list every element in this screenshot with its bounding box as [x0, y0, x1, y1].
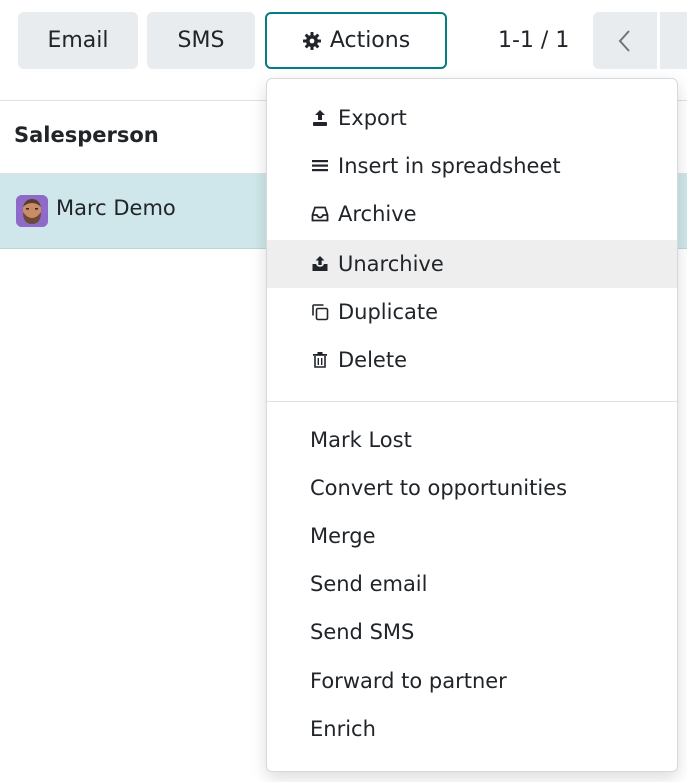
sms-button[interactable]: SMS — [147, 12, 255, 69]
actions-dropdown-menu: Export Insert in spreadsheet Archive Una… — [266, 78, 678, 772]
menu-item-insert-in-spreadsheet[interactable]: Insert in spreadsheet — [267, 142, 677, 190]
menu-item-label: Duplicate — [338, 300, 439, 324]
email-button[interactable]: Email — [18, 12, 138, 69]
menu-item-label: Export — [338, 106, 407, 130]
archive-icon — [310, 204, 330, 224]
pager-value[interactable]: 1-1 / 1 — [498, 12, 569, 69]
menu-item-label: Merge — [310, 524, 376, 548]
menu-item-label: Enrich — [310, 717, 376, 741]
menu-item-send-email[interactable]: Send email — [267, 560, 677, 608]
list-icon — [310, 156, 330, 176]
menu-item-enrich[interactable]: Enrich — [267, 705, 677, 753]
menu-item-label: Convert to opportunities — [310, 476, 568, 500]
unarchive-icon — [310, 254, 330, 274]
pager-previous-button[interactable] — [593, 12, 657, 69]
menu-item-duplicate[interactable]: Duplicate — [267, 288, 677, 336]
duplicate-icon — [310, 302, 330, 322]
sms-button-label: SMS — [177, 28, 225, 53]
actions-button[interactable]: Actions — [265, 12, 447, 69]
trash-icon — [310, 350, 330, 370]
menu-divider — [267, 401, 677, 402]
menu-item-delete[interactable]: Delete — [267, 336, 677, 384]
menu-item-export[interactable]: Export — [267, 94, 677, 142]
actions-button-label: Actions — [329, 28, 411, 53]
menu-item-label: Archive — [338, 202, 417, 226]
menu-item-merge[interactable]: Merge — [267, 512, 677, 560]
salesperson-name: Marc Demo — [56, 196, 176, 220]
pager-next-button[interactable] — [660, 12, 687, 69]
menu-item-label: Forward to partner — [310, 669, 507, 693]
menu-item-label: Insert in spreadsheet — [338, 154, 561, 178]
menu-item-label: Delete — [338, 348, 407, 372]
menu-item-forward-to-partner[interactable]: Forward to partner — [267, 657, 677, 705]
menu-item-label: Send SMS — [310, 620, 415, 644]
menu-item-label: Unarchive — [338, 252, 444, 276]
menu-item-send-sms[interactable]: Send SMS — [267, 608, 677, 656]
menu-item-archive[interactable]: Archive — [267, 190, 677, 238]
menu-item-label: Send email — [310, 572, 428, 596]
menu-item-convert-to-opportunities[interactable]: Convert to opportunities — [267, 464, 677, 512]
menu-item-unarchive[interactable]: Unarchive — [267, 240, 677, 288]
email-button-label: Email — [47, 28, 109, 53]
avatar — [16, 195, 48, 227]
menu-item-label: Mark Lost — [310, 428, 412, 452]
menu-item-mark-lost[interactable]: Mark Lost — [267, 416, 677, 464]
gear-icon — [302, 31, 322, 51]
chevron-left-icon — [616, 28, 634, 54]
column-header-label: Salesperson — [14, 123, 159, 147]
export-icon — [310, 108, 330, 128]
